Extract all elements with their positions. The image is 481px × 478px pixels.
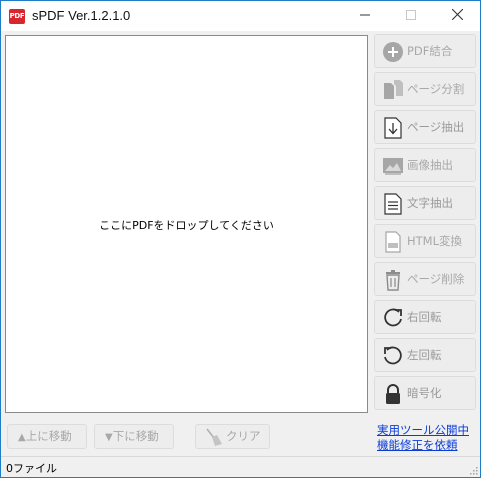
rotate-right-icon (384, 308, 402, 327)
minimize-button[interactable] (342, 1, 388, 31)
rotate-left-label: 左回転 (407, 348, 442, 362)
convert-html-label: HTML変換 (407, 234, 463, 248)
extract-images-label: 画像抽出 (407, 158, 453, 172)
extract-text-label: 文字抽出 (407, 196, 453, 210)
lock-icon (386, 384, 400, 404)
split-pages-icon (384, 80, 403, 99)
convert-html-button[interactable]: HTML変換 (374, 224, 476, 258)
extract-pages-label: ページ抽出 (407, 120, 465, 134)
close-button[interactable] (434, 1, 480, 31)
extract-pages-button[interactable]: ページ抽出 (374, 110, 476, 144)
delete-pages-label: ページ削除 (407, 272, 465, 286)
clear-button[interactable]: クリア (195, 424, 270, 449)
move-up-button[interactable]: ▲上に移動 (7, 424, 87, 449)
delete-pages-button[interactable]: ページ削除 (374, 262, 476, 296)
resize-grip-icon[interactable] (468, 465, 478, 475)
encrypt-button[interactable]: 暗号化 (374, 376, 476, 410)
plus-circle-icon (383, 42, 403, 62)
split-pages-button[interactable]: ページ分割 (374, 72, 476, 106)
app-window: PDF sPDF Ver.1.2.1.0 ここにPDFをドロップしてください P… (0, 0, 481, 478)
rotate-left-button[interactable]: 左回転 (374, 338, 476, 372)
extract-images-button[interactable]: 画像抽出 (374, 148, 476, 182)
down-arrow-icon: ▼ (105, 432, 113, 443)
html-file-icon (385, 231, 401, 253)
window-title: sPDF Ver.1.2.1.0 (32, 8, 131, 23)
pdf-app-icon: PDF (9, 9, 25, 24)
file-count: 0ファイル (6, 462, 57, 475)
maximize-button[interactable] (388, 1, 434, 31)
extract-text-button[interactable]: 文字抽出 (374, 186, 476, 220)
rotate-right-label: 右回転 (407, 310, 442, 324)
title-bar[interactable]: PDF sPDF Ver.1.2.1.0 (1, 1, 480, 31)
rotate-right-button[interactable]: 右回転 (374, 300, 476, 334)
image-icon (383, 158, 403, 175)
drop-hint: ここにPDFをドロップしてください (99, 219, 274, 232)
up-arrow-icon: ▲ (18, 432, 26, 443)
rotate-left-icon (384, 346, 402, 365)
merge-pdf-button[interactable]: PDF結合 (374, 34, 476, 68)
move-up-label: 上に移動 (25, 429, 72, 443)
clear-label: クリア (226, 429, 261, 443)
extract-page-icon (384, 117, 402, 139)
broom-icon (206, 428, 222, 446)
request-fix-link[interactable]: 機能修正を依頼 (377, 437, 458, 453)
move-down-button[interactable]: ▼下に移動 (94, 424, 174, 449)
status-bar: 0ファイル (1, 456, 480, 477)
merge-pdf-label: PDF結合 (407, 44, 453, 58)
maximize-icon (406, 10, 416, 20)
trash-icon (386, 270, 400, 291)
minimize-icon (360, 14, 370, 16)
public-tools-link[interactable]: 実用ツール公開中 (377, 422, 469, 438)
move-down-label: 下に移動 (112, 429, 159, 443)
close-icon (451, 8, 463, 21)
pdf-drop-area[interactable]: ここにPDFをドロップしてください (5, 35, 368, 413)
text-document-icon (384, 193, 402, 215)
split-pages-label: ページ分割 (407, 82, 465, 96)
encrypt-label: 暗号化 (407, 386, 442, 400)
